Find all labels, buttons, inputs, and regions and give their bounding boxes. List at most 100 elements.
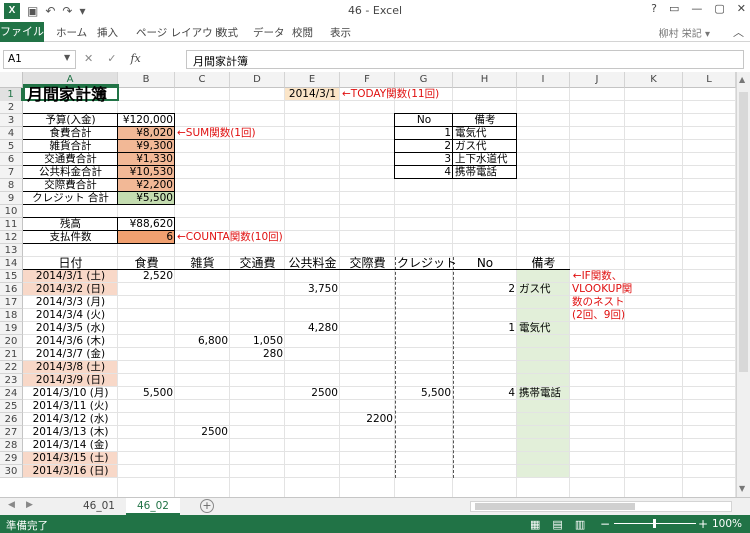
ledger-credit[interactable] bbox=[395, 348, 453, 361]
horizontal-scroll-thumb[interactable] bbox=[475, 503, 635, 510]
ledger-goods[interactable]: 2500 bbox=[175, 426, 230, 439]
ledger-social[interactable] bbox=[340, 387, 395, 400]
ledger-no[interactable]: 4 bbox=[453, 387, 517, 400]
ledger-no[interactable] bbox=[453, 270, 517, 283]
ledger-social[interactable] bbox=[340, 439, 395, 452]
ledger-note[interactable] bbox=[517, 400, 570, 413]
column-header-f[interactable]: F bbox=[340, 72, 395, 88]
ledger-credit[interactable] bbox=[395, 322, 453, 335]
summary-value[interactable]: ¥2,200 bbox=[118, 179, 175, 192]
ledger-credit[interactable] bbox=[395, 361, 453, 374]
lookup-header-note[interactable]: 備考 bbox=[453, 114, 517, 127]
ledger-date[interactable]: 2014/3/12 (水) bbox=[23, 413, 118, 426]
cancel-icon[interactable]: ✕ bbox=[84, 52, 93, 65]
ledger-date[interactable]: 2014/3/4 (火) bbox=[23, 309, 118, 322]
lookup-no[interactable]: 4 bbox=[395, 166, 453, 179]
ledger-date[interactable]: 2014/3/8 (土) bbox=[23, 361, 118, 374]
ledger-utility[interactable]: 3,750 bbox=[285, 283, 340, 296]
ledger-no[interactable]: 2 bbox=[453, 283, 517, 296]
ledger-transport[interactable] bbox=[230, 387, 285, 400]
lookup-no[interactable]: 1 bbox=[395, 127, 453, 140]
ledger-utility[interactable] bbox=[285, 296, 340, 309]
ledger-goods[interactable] bbox=[175, 400, 230, 413]
help-icon[interactable]: ? bbox=[651, 2, 657, 15]
tab-file[interactable]: ファイル bbox=[0, 22, 44, 42]
row-header-22[interactable]: 22 bbox=[0, 361, 23, 374]
page-layout-view-icon[interactable]: ▤ bbox=[552, 518, 562, 531]
note-if[interactable]: VLOOKUP関 bbox=[570, 283, 632, 296]
row-header-20[interactable]: 20 bbox=[0, 335, 23, 348]
ledger-note[interactable] bbox=[517, 361, 570, 374]
ledger-transport[interactable] bbox=[230, 283, 285, 296]
ledger-transport[interactable] bbox=[230, 426, 285, 439]
column-header-g[interactable]: G bbox=[395, 72, 453, 88]
name-box-dropdown-icon[interactable]: ▼ bbox=[64, 53, 70, 62]
ledger-food[interactable]: 5,500 bbox=[118, 387, 175, 400]
row-header-14[interactable]: 14 bbox=[0, 257, 23, 270]
ledger-food[interactable] bbox=[118, 374, 175, 387]
ledger-social[interactable] bbox=[340, 361, 395, 374]
sheet-title[interactable]: 月間家計簿 bbox=[23, 84, 119, 103]
ledger-food[interactable] bbox=[118, 426, 175, 439]
row-header-29[interactable]: 29 bbox=[0, 452, 23, 465]
ledger-utility[interactable] bbox=[285, 270, 340, 283]
ledger-header[interactable]: 食費 bbox=[118, 257, 175, 270]
ledger-social[interactable] bbox=[340, 465, 395, 478]
horizontal-scrollbar[interactable] bbox=[470, 501, 732, 512]
column-header-l[interactable]: L bbox=[683, 72, 736, 88]
row-header-5[interactable]: 5 bbox=[0, 140, 23, 153]
ledger-utility[interactable] bbox=[285, 361, 340, 374]
tab-formulas[interactable]: 数式 bbox=[217, 25, 238, 40]
ledger-food[interactable] bbox=[118, 335, 175, 348]
ledger-no[interactable] bbox=[453, 439, 517, 452]
ledger-no[interactable] bbox=[453, 348, 517, 361]
ledger-date[interactable]: 2014/3/1 (土) bbox=[23, 270, 118, 283]
ledger-goods[interactable] bbox=[175, 452, 230, 465]
ledger-no[interactable] bbox=[453, 426, 517, 439]
ledger-utility[interactable] bbox=[285, 309, 340, 322]
summary-value[interactable]: ¥120,000 bbox=[118, 114, 175, 127]
close-icon[interactable]: ✕ bbox=[737, 2, 746, 15]
ledger-header[interactable]: クレジット bbox=[395, 257, 457, 270]
ledger-note[interactable]: 電気代 bbox=[517, 322, 570, 335]
ledger-note[interactable] bbox=[517, 348, 570, 361]
ledger-no[interactable] bbox=[453, 296, 517, 309]
ledger-goods[interactable] bbox=[175, 387, 230, 400]
summary-value[interactable]: ¥9,300 bbox=[118, 140, 175, 153]
summary-value[interactable]: ¥10,530 bbox=[118, 166, 175, 179]
note-today[interactable]: ←TODAY関数(11回) bbox=[340, 88, 453, 101]
ledger-transport[interactable] bbox=[230, 309, 285, 322]
ledger-date[interactable]: 2014/3/16 (日) bbox=[23, 465, 118, 478]
ledger-no[interactable] bbox=[453, 374, 517, 387]
ledger-credit[interactable] bbox=[395, 465, 453, 478]
ledger-utility[interactable] bbox=[285, 348, 340, 361]
row-header-17[interactable]: 17 bbox=[0, 296, 23, 309]
ledger-note[interactable] bbox=[517, 296, 570, 309]
add-sheet-icon[interactable]: + bbox=[200, 499, 214, 513]
ledger-utility[interactable] bbox=[285, 335, 340, 348]
ledger-header[interactable]: 日付 bbox=[23, 257, 118, 270]
row-header-9[interactable]: 9 bbox=[0, 192, 23, 205]
tab-page-layout[interactable]: ページ レイアウト bbox=[136, 25, 223, 40]
note-if[interactable]: 数のネスト bbox=[570, 296, 625, 309]
row-header-2[interactable]: 2 bbox=[0, 101, 23, 114]
ledger-no[interactable] bbox=[453, 361, 517, 374]
ledger-date[interactable]: 2014/3/15 (土) bbox=[23, 452, 118, 465]
tab-view[interactable]: 表示 bbox=[330, 25, 351, 40]
ledger-utility[interactable] bbox=[285, 426, 340, 439]
prev-sheet-icon[interactable]: ◀ bbox=[8, 500, 15, 510]
ledger-date[interactable]: 2014/3/6 (木) bbox=[23, 335, 118, 348]
column-header-b[interactable]: B bbox=[118, 72, 175, 88]
row-header-30[interactable]: 30 bbox=[0, 465, 23, 478]
ledger-food[interactable] bbox=[118, 413, 175, 426]
page-break-view-icon[interactable]: ▥ bbox=[575, 518, 585, 531]
column-header-i[interactable]: I bbox=[517, 72, 570, 88]
row-header-12[interactable]: 12 bbox=[0, 231, 23, 244]
ledger-goods[interactable] bbox=[175, 296, 230, 309]
vertical-scrollbar[interactable]: ▲ ▼ bbox=[736, 72, 750, 497]
ledger-goods[interactable] bbox=[175, 413, 230, 426]
ledger-utility[interactable] bbox=[285, 439, 340, 452]
insert-function-icon[interactable]: fx bbox=[130, 52, 140, 65]
ledger-social[interactable] bbox=[340, 270, 395, 283]
row-header-15[interactable]: 15 bbox=[0, 270, 23, 283]
